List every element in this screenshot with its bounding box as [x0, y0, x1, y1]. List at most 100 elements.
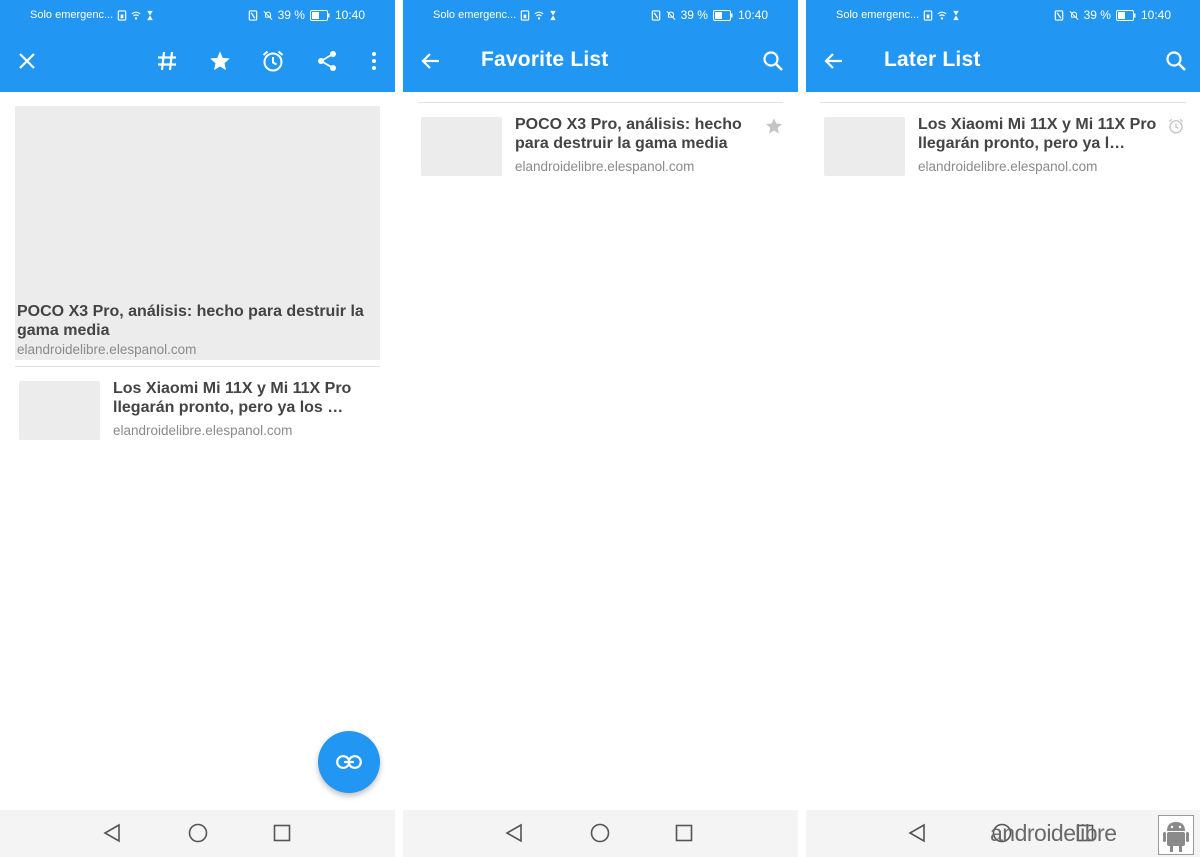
close-button[interactable]: [13, 47, 41, 75]
carrier-text: Solo emergenc...: [30, 9, 114, 21]
status-left: Solo emergenc...: [30, 9, 155, 21]
clock-time: 10:40: [334, 8, 365, 22]
tags-button[interactable]: [153, 47, 181, 75]
article-title: Los Xiaomi Mi 11X y Mi 11X Pro llegarán …: [113, 380, 352, 416]
recents-square-icon: [273, 824, 291, 842]
battery-percent: 39 %: [277, 8, 305, 22]
article-source: elandroidelibre.elespanol.com: [17, 342, 197, 357]
page-title: Favorite List: [481, 48, 609, 71]
status-left: Solo emergenc...: [433, 9, 558, 21]
watermark-text: androidelibre: [990, 820, 1117, 846]
article-source: elandroidelibre.elespanol.com: [918, 159, 1098, 174]
status-right: 39 % 10:40: [651, 8, 768, 22]
page-title: Later List: [884, 48, 981, 71]
list-item[interactable]: Los Xiaomi Mi 11X y Mi 11X Pro llegarán …: [19, 380, 379, 441]
more-options-button[interactable]: [360, 47, 388, 75]
mute-bell-icon: [263, 10, 273, 20]
share-icon: [318, 51, 336, 71]
list-divider: [15, 366, 380, 367]
list-item[interactable]: POCO X3 Pro, análisis: hecho para destru…: [421, 116, 783, 177]
system-nav-bar: [0, 810, 395, 857]
panel-gap: [798, 0, 806, 857]
toolbar: Later List: [806, 30, 1200, 92]
search-button[interactable]: [759, 47, 787, 75]
arrow-back-icon: [421, 53, 439, 69]
article-title: Los Xiaomi Mi 11X y Mi 11X Pro llegarán …: [918, 116, 1157, 152]
sim-icon: [520, 9, 530, 21]
system-nav-bar: [403, 810, 798, 857]
hourglass-icon: [550, 10, 556, 20]
status-left: Solo emergenc...: [836, 9, 961, 21]
toolbar: [0, 30, 395, 92]
battery-percent: 39 %: [680, 8, 708, 22]
wifi-icon: [534, 11, 544, 20]
carrier-text: Solo emergenc...: [433, 9, 517, 21]
battery-icon: [309, 9, 330, 21]
article-title: POCO X3 Pro, análisis: hecho para destru…: [17, 303, 364, 339]
nav-recents-button[interactable]: [673, 822, 695, 844]
clock-time: 10:40: [737, 8, 768, 22]
add-link-fab[interactable]: [318, 731, 380, 793]
nfc-icon: [651, 9, 660, 21]
sim-icon: [923, 9, 933, 21]
status-bar: Solo emergenc... 39 % 10:40: [403, 0, 798, 30]
nav-back-button[interactable]: [101, 822, 123, 844]
link-icon: [336, 755, 362, 769]
read-later-button[interactable]: [259, 47, 287, 75]
mute-bell-icon: [1069, 10, 1079, 20]
list-divider: [418, 102, 783, 103]
status-right: 39 % 10:40: [1054, 8, 1171, 22]
status-right: 39 % 10:40: [248, 8, 365, 22]
battery-icon: [1115, 9, 1136, 21]
wifi-icon: [937, 11, 947, 20]
list-divider: [820, 102, 1186, 103]
article-source: elandroidelibre.elespanol.com: [113, 423, 293, 438]
battery-icon: [712, 9, 733, 21]
featured-article-card[interactable]: POCO X3 Pro, análisis: hecho para destru…: [15, 106, 380, 360]
home-circle-icon: [188, 823, 208, 843]
star-icon: [765, 118, 783, 134]
alarm-icon: [262, 50, 284, 72]
back-button[interactable]: [819, 47, 847, 75]
status-bar: Solo emergenc... 39 % 10:40: [806, 0, 1200, 30]
star-icon: [210, 51, 230, 71]
nav-home-button[interactable]: [589, 822, 611, 844]
article-thumbnail: [824, 117, 905, 176]
nav-back-button[interactable]: [906, 822, 928, 844]
article-title: POCO X3 Pro, análisis: hecho para destru…: [515, 116, 742, 152]
hourglass-icon: [953, 10, 959, 20]
hashtag-icon: [158, 51, 176, 71]
list-item[interactable]: Los Xiaomi Mi 11X y Mi 11X Pro llegarán …: [824, 116, 1186, 177]
back-triangle-icon: [505, 823, 522, 843]
mute-bell-icon: [666, 10, 676, 20]
search-icon: [763, 51, 783, 71]
screen-favorite-list: Solo emergenc... 39 % 10:40 Favorite Lis…: [403, 0, 798, 857]
carrier-text: Solo emergenc...: [836, 9, 920, 21]
favorite-button[interactable]: [206, 47, 234, 75]
nav-back-button[interactable]: [503, 822, 525, 844]
article-thumbnail: [19, 381, 100, 440]
nav-home-button[interactable]: [187, 822, 209, 844]
alarm-icon: [1168, 118, 1184, 134]
toolbar: Favorite List: [403, 30, 798, 92]
search-icon: [1166, 51, 1186, 71]
recents-square-icon: [675, 824, 693, 842]
nav-recents-button[interactable]: [271, 822, 293, 844]
panel-gap: [395, 0, 403, 857]
back-button[interactable]: [416, 47, 444, 75]
back-triangle-icon: [103, 823, 120, 843]
search-button[interactable]: [1162, 47, 1190, 75]
status-bar: Solo emergenc... 39 % 10:40: [0, 0, 395, 30]
article-thumbnail: [421, 117, 502, 176]
arrow-back-icon: [824, 53, 842, 69]
back-triangle-icon: [908, 823, 925, 843]
close-icon: [19, 53, 35, 69]
hourglass-icon: [147, 10, 153, 20]
nfc-icon: [248, 9, 257, 21]
android-robot-icon: [1158, 815, 1194, 855]
share-button[interactable]: [313, 47, 341, 75]
nfc-icon: [1054, 9, 1063, 21]
wifi-icon: [131, 11, 141, 20]
more-vert-icon: [372, 52, 376, 70]
screen-article-list: Solo emergenc... 39 % 10:40 POCO X3 Pro,…: [0, 0, 395, 857]
